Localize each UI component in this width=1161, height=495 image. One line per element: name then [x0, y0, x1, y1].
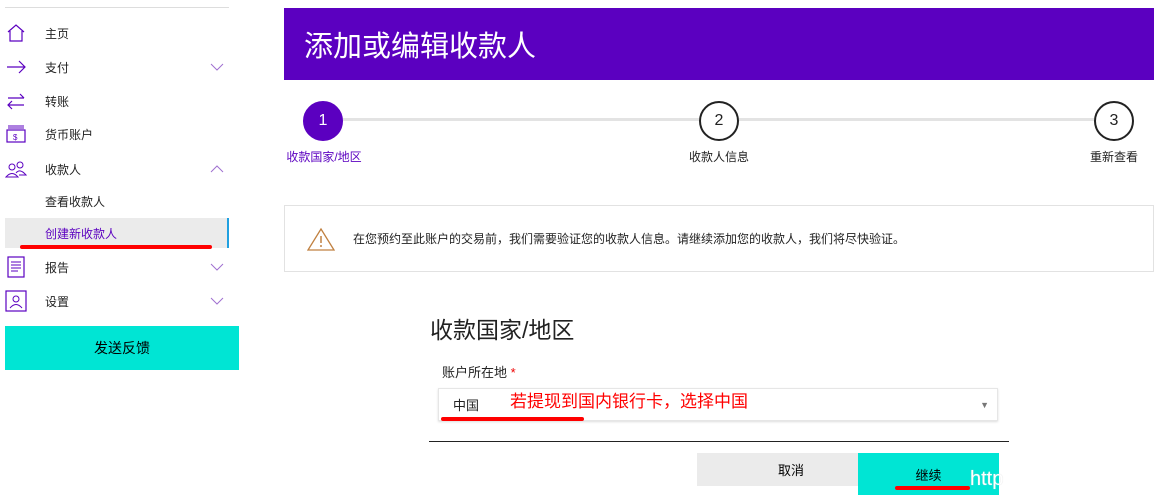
sidebar-item-label: 报告 — [45, 260, 70, 275]
required-marker: * — [510, 365, 516, 380]
sidebar-item-payees[interactable]: 收款人 — [0, 154, 240, 184]
sidebar-item-currency-accounts[interactable]: $ 货币账户 — [0, 119, 240, 149]
sidebar-item-label: 收款人 — [45, 162, 82, 177]
chevron-down-icon — [210, 297, 224, 305]
home-icon — [5, 23, 27, 43]
sidebar-item-label: 设置 — [45, 294, 70, 309]
chevron-down-icon — [210, 263, 224, 271]
dropdown-arrow-icon: ▼ — [980, 399, 989, 410]
svg-text:$: $ — [13, 133, 18, 142]
sidebar-item-label: 查看收款人 — [45, 194, 106, 209]
settings-icon — [5, 290, 27, 312]
form-heading: 收款国家/地区 — [430, 317, 575, 343]
sidebar-subitem-view-payees[interactable]: 查看收款人 — [5, 186, 229, 216]
step-label: 收款国家/地区 — [286, 150, 362, 164]
divider — [429, 441, 1009, 442]
sidebar-item-label: 创建新收款人 — [45, 226, 118, 241]
sidebar-item-transfer[interactable]: 转账 — [0, 86, 240, 116]
annotation-underline — [20, 245, 212, 249]
sidebar-item-reports[interactable]: 报告 — [0, 252, 240, 282]
watermark: http — [970, 468, 1004, 490]
warning-icon — [307, 227, 335, 251]
transfer-icon — [5, 91, 27, 111]
annotation-text: 若提现到国内银行卡，选择中国 — [510, 392, 748, 411]
cancel-button[interactable]: 取消 — [697, 453, 885, 486]
sidebar-item-label: 货币账户 — [45, 127, 94, 142]
sidebar-item-label: 主页 — [45, 26, 70, 41]
step-label: 重新查看 — [1089, 150, 1138, 164]
chevron-up-icon — [210, 165, 224, 173]
report-icon — [5, 256, 27, 278]
arrow-right-icon — [5, 57, 27, 77]
field-label: 账户所在地 * — [442, 362, 516, 381]
page-title: 添加或编辑收款人 — [284, 8, 1154, 80]
sidebar-item-label: 转账 — [45, 94, 70, 109]
field-label-text: 账户所在地 — [442, 365, 508, 380]
sidebar-item-payments[interactable]: 支付 — [0, 52, 240, 82]
divider — [5, 7, 229, 8]
payees-icon — [5, 159, 27, 179]
sidebar-subitem-create-payee[interactable]: 创建新收款人 — [5, 218, 229, 248]
warning-text: 在您预约至此账户的交易前，我们需要验证您的收款人信息。请继续添加您的收款人，我们… — [353, 232, 906, 246]
selected-value: 中国 — [453, 398, 480, 413]
sidebar-item-label: 支付 — [45, 60, 70, 75]
sidebar-item-settings[interactable]: 设置 — [0, 286, 240, 316]
step-3: 3 — [1094, 101, 1134, 141]
currency-account-icon: $ — [5, 124, 27, 144]
step-label: 收款人信息 — [688, 150, 749, 164]
step-1: 1 — [303, 101, 343, 141]
sidebar-item-home[interactable]: 主页 — [0, 18, 240, 48]
send-feedback-button[interactable]: 发送反馈 — [5, 326, 239, 370]
step-2: 2 — [699, 101, 739, 141]
annotation-underline — [441, 417, 584, 421]
annotation-underline — [895, 486, 970, 490]
warning-banner: 在您预约至此账户的交易前，我们需要验证您的收款人信息。请继续添加您的收款人，我们… — [284, 205, 1154, 272]
chevron-down-icon — [210, 63, 224, 71]
